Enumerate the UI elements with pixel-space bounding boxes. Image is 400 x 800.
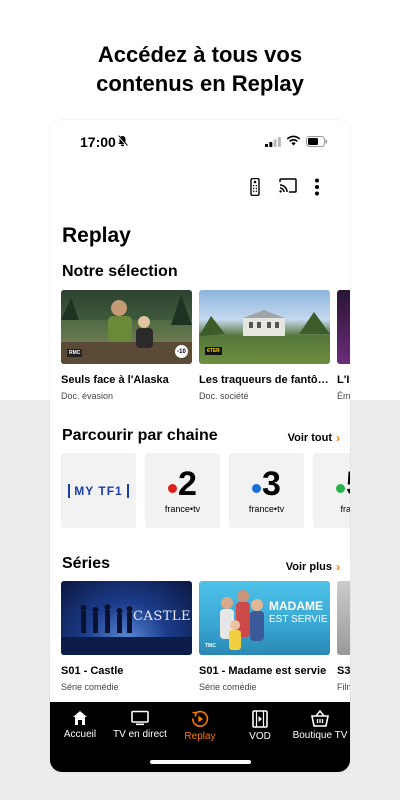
selection-card[interactable]: 6TER Les traqueurs de fantô… Doc. sociét…: [199, 290, 330, 401]
thumbnail-traqueurs: 6TER: [199, 290, 330, 364]
channel-badge-rmc: RMC: [67, 349, 83, 357]
tab-boutique-tv[interactable]: Boutique TV: [290, 710, 350, 741]
tab-label: VOD: [249, 731, 271, 742]
basket-icon: [311, 710, 329, 727]
status-bar: 17:00: [50, 120, 350, 164]
series-card[interactable]: S3 Film: [337, 581, 350, 692]
headline-line-1: Accédez à tous vos: [97, 42, 303, 67]
card-subtitle: Film: [337, 682, 350, 692]
channel-number: 5: [346, 467, 350, 501]
madame-logo-line-1: MADAME: [269, 599, 323, 613]
tv-icon: [131, 710, 149, 726]
france3-dot: [252, 483, 262, 493]
section-title-series: Séries: [62, 555, 111, 572]
selection-card[interactable]: RMC -10 Seuls face à l'Alaska Doc. évasi…: [61, 290, 192, 401]
thumbnail-castle: CASTLE: [61, 581, 192, 655]
channel-number: 3: [262, 465, 281, 503]
selection-carousel[interactable]: RMC -10 Seuls face à l'Alaska Doc. évasi…: [61, 290, 350, 401]
thumbnail-alaska: RMC -10: [61, 290, 192, 364]
chevron-right-icon: ›: [336, 431, 340, 445]
tab-accueil[interactable]: Accueil: [50, 710, 110, 740]
battery-icon: [306, 136, 328, 147]
thumbnail-partial: [337, 581, 350, 655]
tab-vod[interactable]: VOD: [230, 710, 290, 742]
channel-tile-france5[interactable]: 5 franc: [313, 453, 350, 528]
page-title: Replay: [62, 224, 131, 247]
france2-logo: 2: [168, 467, 197, 501]
tab-label: Boutique TV: [292, 730, 348, 741]
series-card[interactable]: CASTLE S01 - Castle Série comédie: [61, 581, 192, 692]
see-more-series-link[interactable]: Voir plus ›: [286, 560, 340, 574]
see-more-label: Voir plus: [285, 561, 332, 573]
section-title-selection: Notre sélection: [62, 263, 178, 280]
france5-dot: [336, 483, 346, 493]
france-tv-brand: france•tv: [248, 504, 285, 514]
see-all-label: Voir tout: [287, 432, 332, 444]
tab-label: Accueil: [63, 729, 97, 740]
film-icon: [252, 710, 268, 728]
home-indicator[interactable]: [150, 760, 251, 764]
more-vert-icon[interactable]: [314, 178, 320, 196]
card-title: S01 - Madame est servie: [199, 665, 327, 677]
card-title: S3: [337, 665, 350, 677]
cast-icon[interactable]: [279, 178, 297, 193]
channel-badge-6ter: 6TER: [205, 347, 222, 355]
wifi-icon: [286, 135, 301, 146]
channels-carousel[interactable]: MY TF1 2 france•tv 3 france•tv 5 franc: [61, 453, 350, 528]
see-all-channels-link[interactable]: Voir tout ›: [288, 431, 340, 445]
signal-icon: [265, 137, 281, 147]
tab-label: TV en direct: [113, 729, 167, 740]
home-icon: [73, 711, 87, 725]
card-title: Seuls face à l'Alaska: [61, 374, 169, 386]
status-time: 17:00: [80, 134, 116, 150]
chevron-right-icon: ›: [336, 560, 340, 574]
remote-icon[interactable]: [250, 178, 260, 196]
promo-headline: Accédez à tous vos contenus en Replay: [0, 40, 400, 98]
channel-tile-mytf1[interactable]: MY TF1: [61, 453, 136, 528]
card-subtitle: Ém: [337, 391, 350, 401]
france2-dot: [168, 483, 178, 493]
card-title: Les traqueurs de fantô…: [199, 374, 329, 386]
france-tv-brand: franc: [340, 504, 350, 514]
thumbnail-madame-est-servie: MADAME EST SERVIE TMC: [199, 581, 330, 655]
card-title: S01 - Castle: [61, 665, 124, 677]
channel-badge-tmc: TMC: [205, 643, 216, 649]
headline-line-2: contenus en Replay: [96, 71, 304, 96]
channel-tile-france3[interactable]: 3 france•tv: [229, 453, 304, 528]
age-rating-badge: -10: [175, 345, 188, 358]
selection-card[interactable]: L'I Ém: [337, 290, 350, 401]
tab-tv-en-direct[interactable]: TV en direct: [110, 710, 170, 740]
phone-screen: 17:00 Replay Notre sélection RMC -10 Seu…: [50, 120, 350, 772]
card-subtitle: Série comédie: [61, 682, 119, 692]
mytf1-logo: MY TF1: [68, 483, 129, 498]
series-carousel[interactable]: CASTLE S01 - Castle Série comédie MADAME…: [61, 581, 350, 692]
france3-logo: 3: [252, 467, 281, 501]
card-subtitle: Série comédie: [199, 682, 257, 692]
bell-muted-icon: [117, 135, 128, 147]
france-tv-brand: france•tv: [164, 504, 201, 514]
card-title: L'I: [337, 374, 350, 386]
madame-logo-line-2: EST SERVIE: [269, 614, 328, 625]
castle-logo: CASTLE: [133, 609, 192, 624]
replay-icon: [191, 710, 209, 727]
section-title-channels: Parcourir par chaine: [62, 427, 218, 444]
card-subtitle: Doc. société: [199, 391, 249, 401]
thumbnail-partial: [337, 290, 350, 364]
card-subtitle: Doc. évasion: [61, 391, 114, 401]
series-card[interactable]: MADAME EST SERVIE TMC S01 - Madame est s…: [199, 581, 330, 692]
channel-tile-france2[interactable]: 2 france•tv: [145, 453, 220, 528]
tab-label: Replay: [184, 731, 216, 742]
tab-replay[interactable]: Replay: [170, 710, 230, 742]
channel-number: 2: [178, 465, 197, 503]
france5-logo: 5: [336, 467, 350, 501]
